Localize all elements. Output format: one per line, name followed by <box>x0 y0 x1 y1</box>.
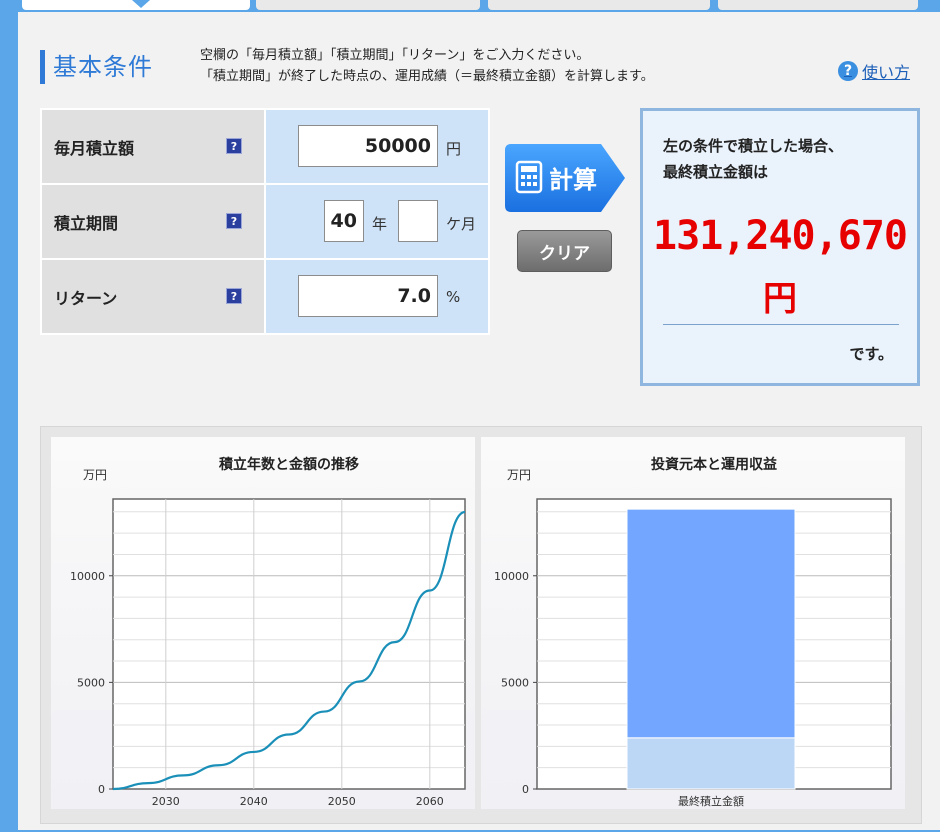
period-label-cell: 積立期間 ? <box>40 183 266 260</box>
return-help-icon[interactable]: ? <box>226 288 242 304</box>
period-value-cell: 40 年 ケ月 <box>264 183 490 260</box>
clear-button[interactable]: クリア <box>517 230 612 272</box>
section-title: 基本条件 <box>40 50 153 84</box>
result-line-1: 左の条件で積立した場合、 <box>663 137 844 155</box>
monthly-amount-input[interactable]: 50000 <box>298 125 438 167</box>
result-divider <box>663 324 899 325</box>
monthly-label: 毎月積立額 <box>54 138 135 158</box>
help-link[interactable]: ? 使い方 <box>838 59 910 83</box>
result-yen: 円 <box>763 279 797 319</box>
y-tick-label: 0 <box>98 783 105 796</box>
bar-segment-return <box>626 508 796 739</box>
period-year-unit: 年 <box>372 215 388 233</box>
y-tick-label: 5000 <box>501 676 529 689</box>
description-line-2: 「積立期間」が終了した時点の、運用成績（＝最終積立金額）を計算します。 <box>200 69 654 84</box>
monthly-help-icon[interactable]: ? <box>226 138 242 154</box>
input-form: 毎月積立額 ? 50000 円 積立期間 ? 40 年 ケ月 リターン ? 7.… <box>40 108 490 335</box>
result-line-2: 最終積立金額は <box>663 163 769 181</box>
calculate-button-shape: 計算 <box>505 144 625 212</box>
period-months-input[interactable] <box>398 200 438 242</box>
y-tick-label: 5000 <box>77 676 105 689</box>
monthly-value-cell: 50000 円 <box>264 108 490 185</box>
chart-title: 投資元本と運用収益 <box>651 456 777 473</box>
calculate-button-label: 計算 <box>549 166 597 194</box>
period-label: 積立期間 <box>54 213 119 233</box>
help-link-label: 使い方 <box>862 63 911 82</box>
monthly-label-cell: 毎月積立額 ? <box>40 108 266 185</box>
help-icon: ? <box>838 61 858 81</box>
x-tick-label: 2030 <box>152 795 180 808</box>
y-tick-label: 10000 <box>70 570 105 583</box>
main-panel: 基本条件 空欄の「毎月積立額」「積立期間」「リターン」をご入力ください。 「積立… <box>18 12 940 830</box>
section-description: 空欄の「毎月積立額」「積立期間」「リターン」をご入力ください。 「積立期間」が終… <box>200 45 654 87</box>
tab-4[interactable] <box>718 0 918 10</box>
period-help-icon[interactable]: ? <box>226 213 242 229</box>
y-tick-label: 10000 <box>494 570 529 583</box>
x-tick-label: 2060 <box>416 795 444 808</box>
result-box: 左の条件で積立した場合、 最終積立金額は 131,240,670 円 です。 <box>640 108 920 386</box>
form-row-monthly: 毎月積立額 ? 50000 円 <box>40 108 490 185</box>
bar-segment-principal <box>626 737 796 790</box>
charts-area: 積立年数と金額の推移万円 0 5000 10000 2030 2040 2050 2060 投… <box>40 426 922 824</box>
return-unit: % <box>446 288 461 306</box>
return-label-cell: リターン ? <box>40 258 266 335</box>
app-frame: 基本条件 空欄の「毎月積立額」「積立期間」「リターン」をご入力ください。 「積立… <box>0 0 940 832</box>
x-category-label: 最終積立金額 <box>678 794 744 808</box>
result-amount: 131,240,670 <box>653 213 908 259</box>
bar-chart-card: 投資元本と運用収益万円 0 5000 10000 最終積立金額 <box>481 437 905 809</box>
x-tick-label: 2040 <box>240 795 268 808</box>
period-month-unit: ケ月 <box>446 215 477 233</box>
line-chart-card: 積立年数と金額の推移万円 0 5000 10000 2030 2040 2050 2060 <box>51 437 475 809</box>
return-value-cell: 7.0 % <box>264 258 490 335</box>
return-rate-input[interactable]: 7.0 <box>298 275 438 317</box>
period-years-input[interactable]: 40 <box>324 200 364 242</box>
y-axis-unit: 万円 <box>507 468 531 482</box>
line-chart: 積立年数と金額の推移万円 0 5000 10000 2030 2040 2050 2060 <box>70 456 466 808</box>
tab-active-indicator <box>132 0 150 8</box>
y-axis-unit: 万円 <box>83 468 107 482</box>
tab-3[interactable] <box>488 0 710 10</box>
tab-2[interactable] <box>256 0 480 10</box>
calculate-button[interactable]: 計算 <box>505 144 625 212</box>
form-row-period: 積立期間 ? 40 年 ケ月 <box>40 183 490 260</box>
x-tick-label: 2050 <box>328 795 356 808</box>
result-suffix: です。 <box>849 345 893 363</box>
bar-chart: 投資元本と運用収益万円 0 5000 10000 最終積立金額 <box>494 456 892 808</box>
description-line-1: 空欄の「毎月積立額」「積立期間」「リターン」をご入力ください。 <box>200 48 590 63</box>
monthly-unit: 円 <box>446 140 462 158</box>
chart-title: 積立年数と金額の推移 <box>218 456 359 473</box>
form-row-return: リターン ? 7.0 % <box>40 258 490 335</box>
y-tick-label: 0 <box>522 783 529 796</box>
return-label: リターン <box>54 288 118 308</box>
